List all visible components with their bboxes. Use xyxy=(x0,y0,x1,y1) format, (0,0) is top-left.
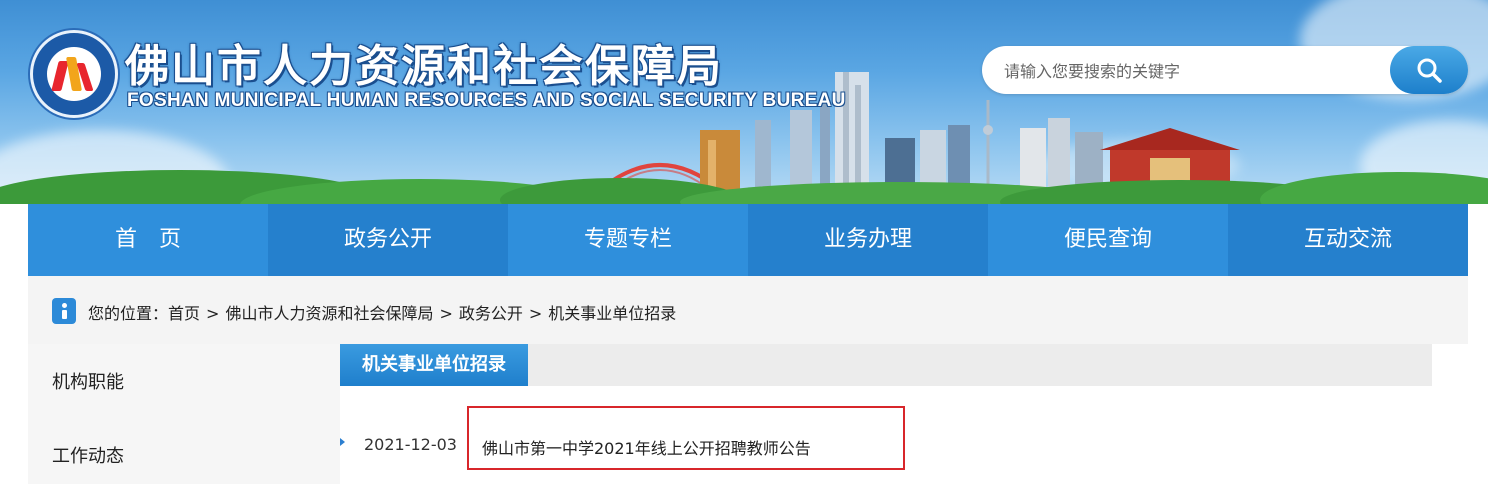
sidebar-item-functions[interactable]: 机构职能 xyxy=(52,368,124,394)
sidebar: 机构职能 工作动态 xyxy=(28,344,340,484)
bullet-icon xyxy=(340,438,345,446)
article-date: 2021-12-03 xyxy=(364,435,457,454)
search-box xyxy=(982,46,1468,96)
breadcrumb-separator: > xyxy=(439,304,453,323)
main-nav: 首 页 政务公开 专题专栏 业务办理 便民查询 互动交流 xyxy=(28,204,1468,276)
bureau-emblem-logo xyxy=(30,30,118,118)
nav-item-special-topics[interactable]: 专题专栏 xyxy=(508,204,748,276)
site-title: 佛山市人力资源和社会保障局 xyxy=(125,41,723,92)
nav-item-services[interactable]: 业务办理 xyxy=(748,204,988,276)
search-icon xyxy=(1417,58,1442,83)
nav-item-interaction[interactable]: 互动交流 xyxy=(1228,204,1468,276)
section-title: 机关事业单位招录 xyxy=(340,344,528,386)
breadcrumb-separator: > xyxy=(206,304,220,323)
breadcrumb-item-bureau[interactable]: 佛山市人力资源和社会保障局 xyxy=(225,304,433,323)
nav-item-public-query[interactable]: 便民查询 xyxy=(988,204,1228,276)
header-banner: 佛山市人力资源和社会保障局 FOSHAN MUNICIPAL HUMAN RES… xyxy=(0,0,1488,204)
highlight-annotation-box xyxy=(467,406,905,470)
section-header: 机关事业单位招录 xyxy=(340,344,1432,386)
search-button[interactable] xyxy=(1390,46,1468,94)
breadcrumb-item-home[interactable]: 首页 xyxy=(168,304,200,323)
sidebar-item-work-news[interactable]: 工作动态 xyxy=(52,442,124,468)
info-icon xyxy=(52,298,76,324)
breadcrumb-trail: 您的位置：首页 > 佛山市人力资源和社会保障局 > 政务公开 > 机关事业单位招录 xyxy=(88,300,676,324)
breadcrumb-prefix: 您的位置： xyxy=(88,304,169,323)
nav-item-gov-affairs[interactable]: 政务公开 xyxy=(268,204,508,276)
breadcrumb-separator: > xyxy=(528,304,543,323)
nav-item-home[interactable]: 首 页 xyxy=(28,204,268,276)
breadcrumb: 您的位置：首页 > 佛山市人力资源和社会保障局 > 政务公开 > 机关事业单位招录 xyxy=(28,276,1468,344)
breadcrumb-item-gov-affairs[interactable]: 政务公开 xyxy=(459,304,523,323)
search-input[interactable] xyxy=(1002,46,1386,96)
site-subtitle: FOSHAN MUNICIPAL HUMAN RESOURCES AND SOC… xyxy=(127,90,846,111)
breadcrumb-item-recruitment[interactable]: 机关事业单位招录 xyxy=(548,304,676,323)
